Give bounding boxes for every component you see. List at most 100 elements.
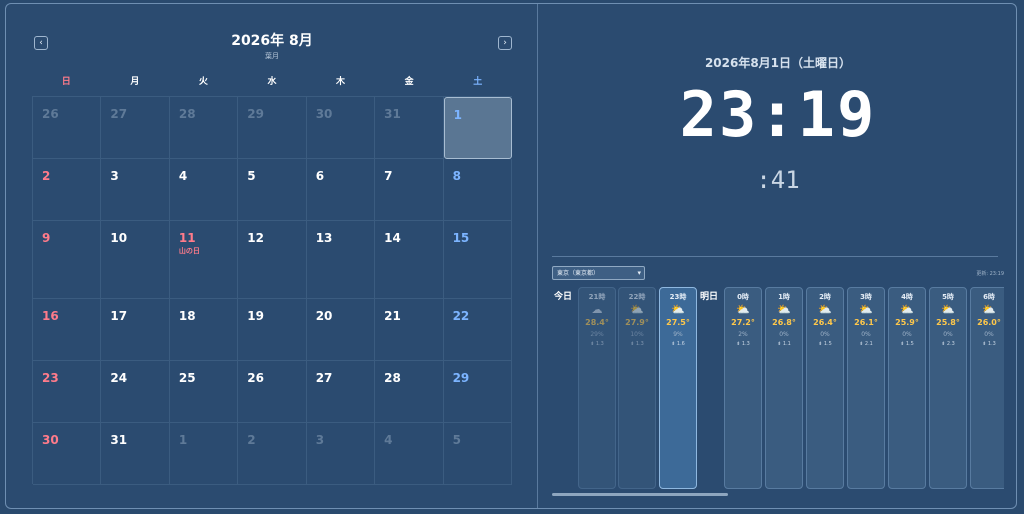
calendar-day-cell[interactable]: 23 — [33, 361, 102, 423]
calendar-day-cell[interactable]: 10 — [101, 221, 170, 299]
calendar-grid: 26 27 28 29 30 31 1 2 3 4 5 6 7 8 9 10 11 山の日 12 13 14 15 16 17… — [32, 96, 512, 485]
wind-speed: ⇟ 1.3 — [736, 341, 750, 347]
hourly-scrollbar[interactable] — [552, 493, 728, 496]
calendar-day-cell[interactable]: 20 — [306, 299, 376, 361]
day-number: 4 — [178, 169, 188, 183]
day-number: 6 — [315, 169, 325, 183]
wind-speed: ⇟ 1.5 — [900, 341, 914, 347]
day-number: 12 — [247, 231, 264, 245]
wind-speed: ⇟ 1.5 — [818, 341, 832, 347]
calendar-day-cell[interactable]: 1 — [443, 97, 512, 159]
calendar-day-cell[interactable]: 28 — [375, 361, 444, 423]
calendar-day-cell[interactable]: 2 — [33, 159, 102, 221]
day-number: 13 — [315, 231, 333, 245]
cloud-sun-icon: ⛅ — [941, 303, 955, 316]
calendar-day-cell[interactable]: 22 — [443, 299, 512, 361]
temperature: 25.9° — [895, 318, 919, 327]
calendar-day-cell[interactable]: 14 — [375, 221, 444, 299]
hour-card[interactable]: 5時 ⛅ 25.8° 0% ⇟ 2.3 — [929, 287, 967, 489]
day-number: 26 — [247, 371, 264, 385]
temperature: 27.2° — [731, 318, 755, 327]
calendar-day-cell[interactable]: 30 — [306, 97, 376, 159]
hourly-forecast[interactable]: 21時 ☁ 28.4° 29% ⇟ 1.3 22時 ⛅ 27.9° 10% ⇟ 1.3 23時 ⛅ 27… — [578, 287, 1004, 491]
calendar-day-cell[interactable]: 26 — [238, 361, 307, 423]
day-number: 27 — [315, 371, 333, 385]
hour-card[interactable]: 4時 ⛅ 25.9° 0% ⇟ 1.5 — [888, 287, 926, 489]
weekday-label: 月 — [130, 77, 140, 87]
hour-label: 23時 — [669, 293, 687, 301]
calendar-day-cell[interactable]: 13 — [306, 221, 376, 299]
calendar-day-cell[interactable]: 8 — [443, 159, 512, 221]
calendar-day-cell[interactable]: 29 — [443, 361, 512, 423]
precip-chance: 29% — [590, 331, 604, 338]
calendar-day-cell[interactable]: 6 — [306, 159, 376, 221]
calendar-day-cell[interactable]: 29 — [238, 97, 307, 159]
calendar-day-cell[interactable]: 3 — [306, 423, 376, 485]
wind-speed: ⇟ 1.1 — [777, 341, 791, 347]
calendar-day-cell[interactable]: 19 — [238, 299, 307, 361]
day-number: 21 — [384, 309, 401, 323]
day-number: 5 — [247, 169, 256, 183]
hour-card[interactable]: 6時 ⛅ 26.0° 0% ⇟ 1.3 — [970, 287, 1004, 489]
calendar-day-cell[interactable]: 25 — [169, 361, 239, 423]
calendar-day-cell[interactable]: 26 — [33, 97, 102, 159]
calendar-day-cell[interactable]: 3 — [101, 159, 170, 221]
day-number: 3 — [110, 169, 119, 183]
cloud-sun-icon: ⛅ — [777, 303, 791, 316]
calendar-day-cell[interactable]: 1 — [169, 423, 239, 485]
cloud-sun-icon: ⛅ — [900, 303, 914, 316]
calendar-day-cell[interactable]: 31 — [101, 423, 170, 485]
calendar-day-cell[interactable]: 24 — [101, 361, 170, 423]
calendar-day-cell[interactable]: 7 — [375, 159, 444, 221]
wind-speed: ⇟ 1.6 — [671, 341, 685, 347]
location-select[interactable]: 東京（東京都） ▾ — [552, 266, 645, 280]
clock-time: 23:19 — [679, 78, 877, 151]
calendar-day-cell[interactable]: 21 — [375, 299, 444, 361]
calendar-day-cell[interactable]: 17 — [101, 299, 170, 361]
weather-divider — [552, 256, 998, 257]
calendar-day-cell[interactable]: 9 — [33, 221, 102, 299]
calendar-header: ‹ 2026年 8月 葉月 › — [32, 30, 512, 64]
hour-card[interactable]: 1時 ⛅ 26.8° 0% ⇟ 1.1 — [765, 287, 803, 489]
day-number: 28 — [178, 107, 196, 121]
calendar-day-cell[interactable]: 18 — [169, 299, 239, 361]
hour-card[interactable]: 21時 ☁ 28.4° 29% ⇟ 1.3 — [578, 287, 616, 489]
calendar-day-cell[interactable]: 27 — [306, 361, 376, 423]
day-number: 2 — [247, 433, 256, 447]
calendar-day-cell[interactable]: 4 — [375, 423, 444, 485]
calendar-day-cell[interactable]: 2 — [238, 423, 307, 485]
precip-chance: 0% — [861, 331, 871, 338]
calendar-day-cell[interactable]: 5 — [238, 159, 307, 221]
hour-card[interactable]: 2時 ⛅ 26.4° 0% ⇟ 1.5 — [806, 287, 844, 489]
day-number: 2 — [42, 169, 51, 183]
calendar-day-cell[interactable]: 31 — [375, 97, 444, 159]
calendar-day-cell[interactable]: 16 — [33, 299, 102, 361]
clock-seconds: :41 — [756, 166, 800, 194]
calendar-day-cell[interactable]: 15 — [443, 221, 512, 299]
calendar-day-cell[interactable]: 28 — [169, 97, 239, 159]
calendar-day-cell[interactable]: 27 — [101, 97, 170, 159]
hour-card[interactable]: 22時 ⛅ 27.9° 10% ⇟ 1.3 — [618, 287, 656, 489]
day-number: 10 — [110, 231, 128, 245]
calendar-day-cell[interactable]: 5 — [443, 423, 512, 485]
day-number: 15 — [452, 231, 470, 245]
day-number: 24 — [110, 371, 128, 385]
weekday-label: 水 — [267, 77, 277, 87]
holiday-name: 山の日 — [178, 247, 200, 255]
temperature: 26.0° — [977, 318, 1001, 327]
hour-card[interactable]: 0時 ⛅ 27.2° 2% ⇟ 1.3 — [724, 287, 762, 489]
hour-card[interactable]: 23時 ⛅ 27.5° 9% ⇟ 1.6 — [659, 287, 697, 489]
hour-card[interactable]: 3時 ⛅ 26.1° 0% ⇟ 2.1 — [847, 287, 885, 489]
cloud-sun-icon: ⛅ — [671, 303, 685, 316]
day-number: 26 — [42, 107, 59, 121]
day-number: 17 — [110, 309, 128, 323]
calendar-day-cell[interactable]: 11 山の日 — [169, 221, 239, 299]
day-number: 1 — [453, 108, 462, 122]
calendar-day-cell[interactable]: 12 — [238, 221, 307, 299]
calendar-day-cell[interactable]: 4 — [169, 159, 239, 221]
hour-label: 4時 — [901, 293, 913, 301]
temperature: 25.8° — [936, 318, 960, 327]
calendar-day-cell[interactable]: 30 — [33, 423, 102, 485]
day-number: 30 — [42, 433, 59, 447]
next-month-button[interactable]: › — [498, 36, 512, 50]
